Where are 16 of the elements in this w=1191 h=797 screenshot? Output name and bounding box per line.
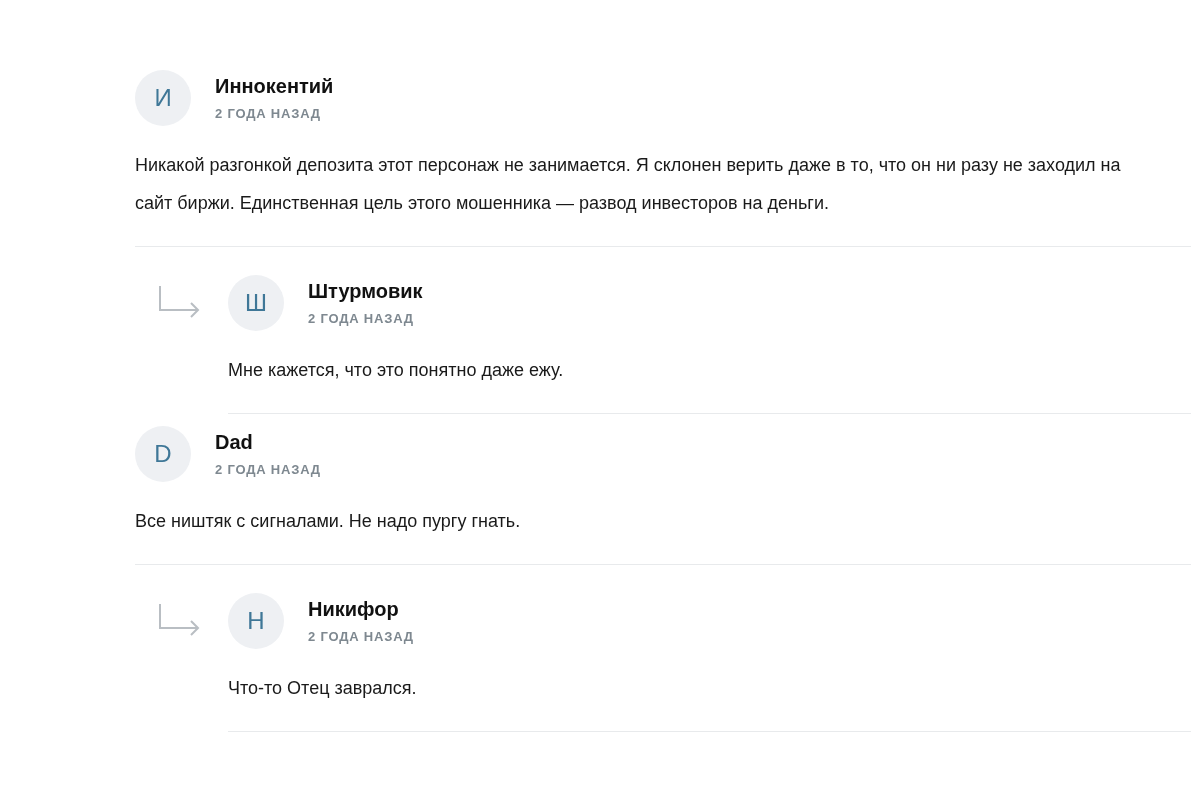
comment-time: 2 ГОДА НАЗАД [308, 629, 414, 644]
author-name: Dad [215, 431, 254, 454]
avatar: Ш [228, 275, 284, 331]
comment-text: Мне кажется, что это понятно даже ежу. [228, 359, 565, 382]
comment-time: 2 ГОДА НАЗАД [308, 311, 415, 326]
author-name: Никифор [308, 598, 400, 621]
author-name: Штурмовик [308, 280, 423, 303]
author-name: Иннокентий [215, 75, 334, 98]
avatar: И [135, 70, 191, 126]
comment-text: Все ништяк с сигналами. Не надо пургу гнать. [135, 510, 522, 533]
comment-time: 2 ГОДА НАЗАД [215, 462, 321, 477]
comment-text: Что-то Отец заврался. [228, 677, 418, 700]
avatar: D [135, 426, 191, 482]
comment-text: Никакой разгонкой депозита этот персонаж не занимается. Я склонен верить даже в то, что он ни разу не заходил на сайт биржи. Единственная цель этого мошенника — развод инвесторов на деньги. [135, 154, 1122, 215]
avatar: Н [228, 593, 284, 649]
comment-time: 2 ГОДА НАЗАД [215, 106, 322, 121]
